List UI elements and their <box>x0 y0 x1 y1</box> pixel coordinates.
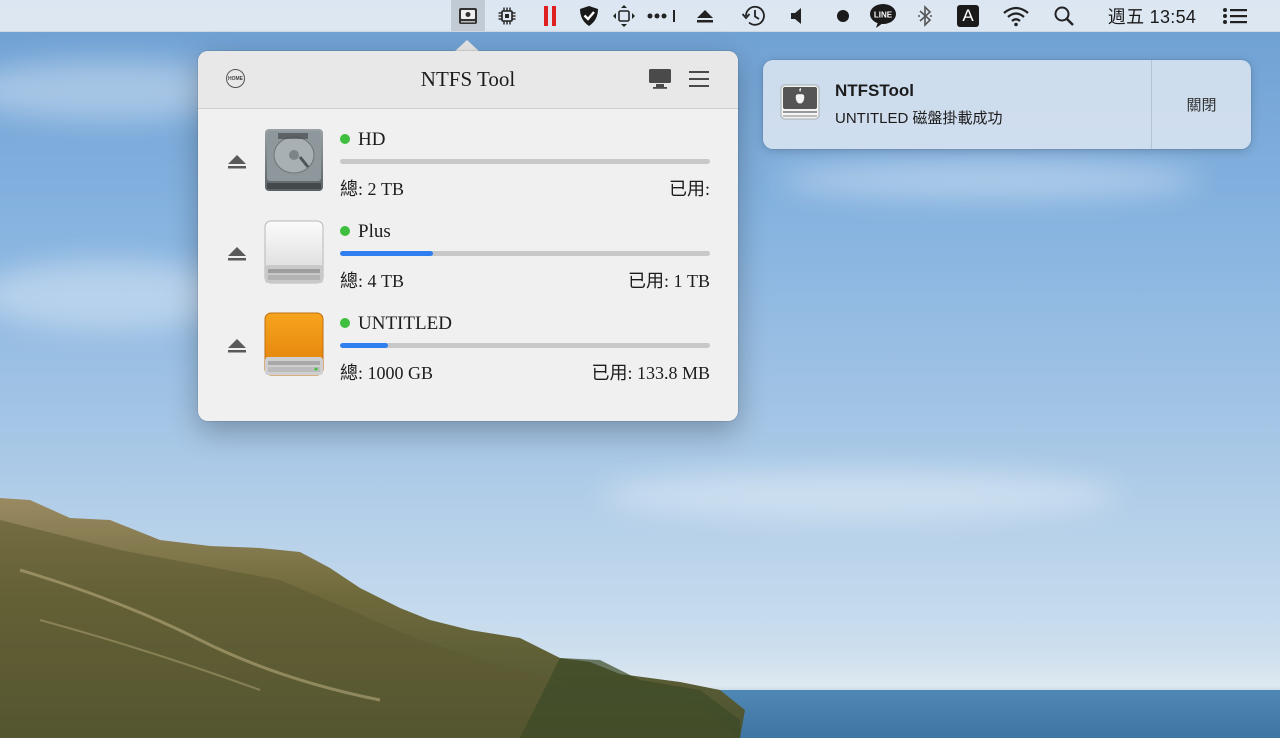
notification-message: UNTITLED 磁盤掛載成功 <box>835 110 1003 127</box>
status-dot <box>340 134 350 144</box>
record-dot-icon[interactable] <box>832 0 854 31</box>
volume-icon[interactable] <box>786 0 808 31</box>
usage-bar <box>340 159 710 164</box>
input-source-label: A <box>957 4 979 27</box>
status-dot <box>340 226 350 236</box>
drive-row: Plus 總: 4 TB 已用: 1 TB <box>198 219 738 303</box>
drive-used: 已用: 1 TB <box>627 271 710 291</box>
menu-clock[interactable]: 週五 13:54 <box>1096 0 1208 31</box>
drive-name-text: Plus <box>358 221 391 242</box>
ntfs-tool-app-icon <box>780 84 820 120</box>
drive-total: 總: 2 TB <box>340 179 405 199</box>
eject-icon[interactable] <box>227 337 247 355</box>
notification-title: NTFSTool <box>835 81 914 100</box>
eject-icon[interactable] <box>227 245 247 263</box>
hard-drive-icon <box>265 129 323 191</box>
drive-name: HD <box>340 129 385 151</box>
drive-total: 總: 4 TB <box>340 271 405 291</box>
eject-icon[interactable] <box>227 153 247 171</box>
drive-row: HD 總: 2 TB 已用: <box>198 127 738 211</box>
input-source-icon[interactable]: A <box>954 0 982 31</box>
pause-icon[interactable] <box>538 0 562 31</box>
usage-bar-fill <box>340 251 433 256</box>
external-drive-white-icon <box>264 220 324 284</box>
usage-bar-fill <box>340 343 389 348</box>
cpu-icon[interactable] <box>494 0 520 31</box>
popover-header: HOME NTFS Tool <box>198 51 738 109</box>
notification-banner[interactable]: NTFSTool UNTITLED 磁盤掛載成功 關閉 <box>763 60 1251 149</box>
coastal-hill-image <box>0 498 745 738</box>
menu-bar: LINE A 週五 13:54 <box>0 0 1280 32</box>
line-app-icon[interactable]: LINE <box>866 0 900 31</box>
drive-row: UNTITLED 總: 1000 GB 已用: 133.8 MB <box>198 311 738 395</box>
drive-total: 總: 1000 GB <box>340 363 434 383</box>
usage-bar <box>340 251 710 256</box>
notification-close-button[interactable]: 關閉 <box>1152 60 1251 149</box>
monitor-icon[interactable] <box>648 68 672 90</box>
svg-text:LINE: LINE <box>874 10 893 19</box>
shield-check-icon[interactable] <box>576 0 602 31</box>
drive-used: 已用: 133.8 MB <box>591 363 710 383</box>
wifi-icon[interactable] <box>998 0 1034 31</box>
hamburger-menu-icon[interactable] <box>688 70 710 88</box>
eject-icon[interactable] <box>692 0 718 31</box>
spotlight-search-icon[interactable] <box>1050 0 1078 31</box>
notification-center-icon[interactable] <box>1218 0 1252 31</box>
drive-name: UNTITLED <box>340 313 452 335</box>
drive-name: Plus <box>340 221 391 243</box>
usage-bar <box>340 343 710 348</box>
status-dot <box>340 318 350 328</box>
bluetooth-icon[interactable] <box>914 0 936 31</box>
drive-used: 已用: <box>668 179 710 199</box>
time-machine-icon[interactable] <box>738 0 770 31</box>
dots-icon[interactable] <box>644 0 680 31</box>
drive-name-text: HD <box>358 129 386 150</box>
external-drive-orange-icon <box>264 312 324 376</box>
drive-name-text: UNTITLED <box>358 313 452 334</box>
ntfs-tool-popover: HOME NTFS Tool HD 總: 2 TB 已用: Plus 總: 4 … <box>198 51 738 421</box>
ntfs-tool-menu-icon[interactable] <box>451 0 485 31</box>
move-arrows-icon[interactable] <box>610 0 638 31</box>
